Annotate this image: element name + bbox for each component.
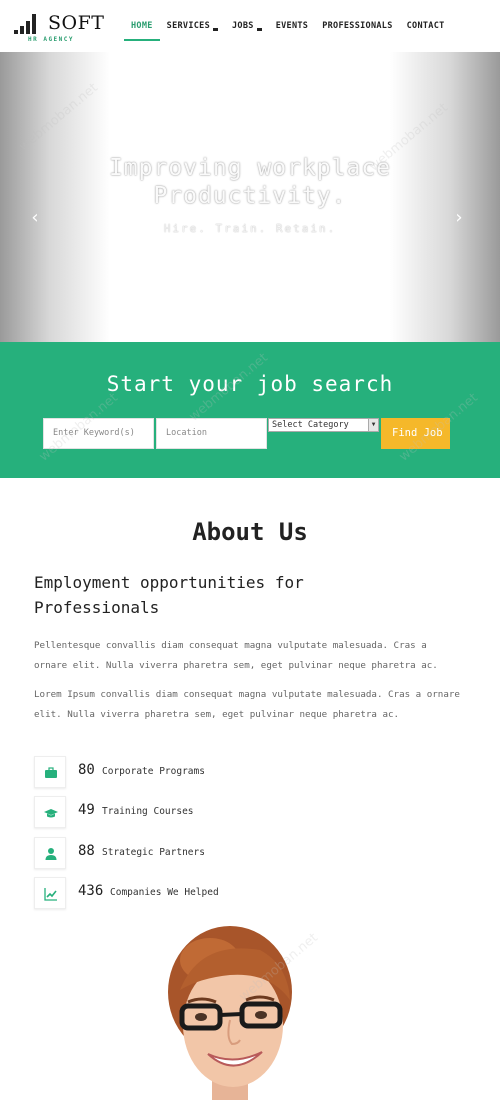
category-select[interactable]: Select Category ▼	[268, 418, 379, 432]
stat-item: 88 Strategic Partners	[34, 837, 334, 871]
nav-label: SERVICES	[166, 21, 211, 31]
briefcase-icon	[34, 756, 66, 788]
stat-item: 80 Corporate Programs	[34, 756, 334, 790]
about-paragraph-2: Lorem Ipsum convallis diam consequat mag…	[34, 689, 460, 720]
caret-down-icon	[213, 27, 219, 31]
job-search-title: Start your job search	[106, 372, 394, 396]
nav-item-contact[interactable]: CONTACT	[400, 0, 452, 52]
stat-label: Corporate Programs	[102, 766, 205, 777]
nav-label: HOME	[131, 21, 153, 31]
about-paragraph-1: Pellentesque convallis diam consequat ma…	[34, 640, 438, 671]
logo[interactable]: SOFT HR AGENCY	[14, 12, 114, 46]
nav-label: JOBS	[232, 21, 254, 31]
category-select-value: Select Category	[272, 420, 349, 430]
stat-label: Training Courses	[102, 806, 194, 817]
line-chart-icon	[34, 877, 66, 909]
job-search-section: Start your job search Enter Keyword(s) L…	[0, 342, 500, 478]
stat-item: 436 Companies We Helped	[34, 877, 334, 911]
graduation-cap-icon	[34, 796, 66, 828]
select-arrow-icon: ▼	[368, 419, 378, 431]
about-title: About Us	[192, 518, 308, 546]
stat-number: 80	[78, 762, 95, 778]
hero-subtitle: Hire. Train. Retain.	[163, 222, 337, 235]
site-header: SOFT HR AGENCY HOME SERVICES JOBS EVENTS…	[0, 0, 500, 52]
user-icon	[34, 837, 66, 869]
nav-label: EVENTS	[275, 21, 309, 31]
nav-item-services[interactable]: SERVICES	[160, 0, 225, 52]
nav-item-jobs[interactable]: JOBS	[225, 0, 269, 52]
hero-title: Improving workplace Productivity.	[0, 154, 500, 210]
nav-label: PROFESSIONALS	[322, 21, 393, 31]
logo-subtitle: HR AGENCY	[28, 36, 75, 43]
hero-title-line2: Productivity.	[153, 183, 347, 209]
nav-label: CONTACT	[406, 21, 445, 31]
stat-item: 49 Training Courses	[34, 796, 334, 830]
stat-label: Companies We Helped	[110, 887, 219, 898]
professional-portrait-image	[168, 926, 292, 1100]
chevron-left-icon[interactable]: ‹	[25, 208, 45, 228]
stat-number: 49	[78, 802, 95, 818]
keyword-input[interactable]: Enter Keyword(s)	[43, 418, 154, 449]
main-nav: HOME SERVICES JOBS EVENTS PROFESSIONALS …	[124, 0, 452, 52]
stat-number: 88	[78, 843, 95, 859]
chevron-right-icon[interactable]: ›	[449, 208, 469, 228]
nav-item-professionals[interactable]: PROFESSIONALS	[315, 0, 399, 52]
logo-title: SOFT	[48, 12, 105, 34]
hero-title-line1: Improving workplace	[108, 155, 392, 181]
hero-slider: Improving workplace Productivity. Hire. …	[0, 52, 500, 342]
about-heading-line1: Employment opportunities for	[34, 573, 304, 592]
stat-number: 436	[78, 883, 104, 899]
about-heading: Employment opportunities for Professiona…	[34, 570, 374, 620]
nav-item-events[interactable]: EVENTS	[269, 0, 316, 52]
find-job-button[interactable]: Find Job	[381, 418, 450, 449]
about-heading-line2: Professionals	[34, 598, 160, 617]
location-input[interactable]: Location	[156, 418, 267, 449]
nav-item-home[interactable]: HOME	[124, 0, 160, 52]
signal-bars-icon	[14, 14, 40, 34]
stat-label: Strategic Partners	[102, 847, 205, 858]
caret-down-icon	[256, 27, 262, 31]
